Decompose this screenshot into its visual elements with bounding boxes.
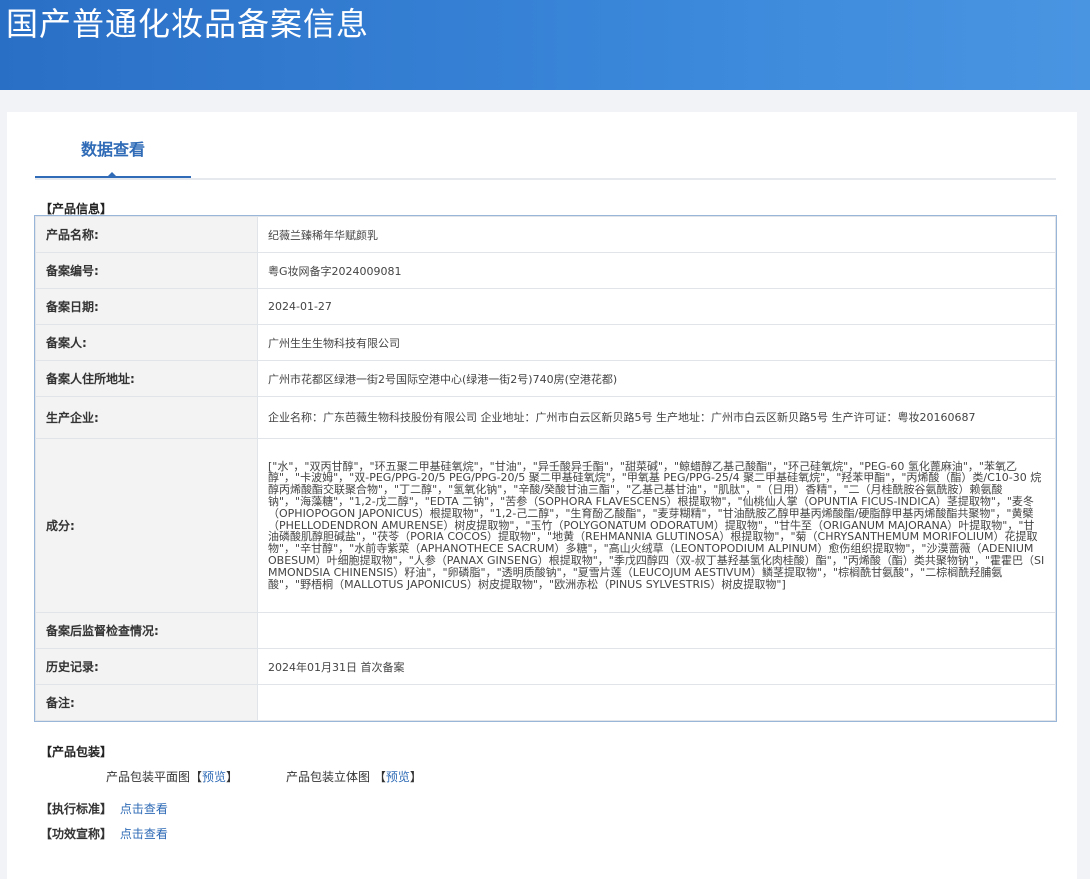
table-row: 备案后监督检查情况: xyxy=(35,612,1056,649)
packaging-solid-label: 产品包装立体图 xyxy=(286,770,371,784)
packaging-solid-row: 产品包装立体图 【预览】 xyxy=(286,770,422,784)
row-label: 备案人住所地址: xyxy=(35,360,258,397)
row-value: 纪薇兰臻稀年华赋颜乳 xyxy=(257,216,1056,253)
standard-row: 【执行标准】 点击查看 xyxy=(40,800,168,817)
row-value: 2024年01月31日 首次备案 xyxy=(257,648,1056,685)
table-row: 备注: xyxy=(35,684,1056,721)
content-panel: 数据查看 【产品信息】 产品名称: 纪薇兰臻稀年华赋颜乳 备案编号: 粤G妆网备… xyxy=(7,112,1077,879)
efficacy-view-link[interactable]: 点击查看 xyxy=(120,827,168,841)
row-value: 广州生生生物科技有限公司 xyxy=(257,324,1056,361)
row-value: 广州市花都区绿港一街2号国际空港中心(绿港一街2号)740房(空港花都) xyxy=(257,360,1056,397)
packaging-solid-preview-link[interactable]: 预览 xyxy=(386,770,410,784)
packaging-flat-row: 产品包装平面图【预览】 xyxy=(106,770,239,784)
row-value: 2024-01-27 xyxy=(257,288,1056,325)
row-value: 企业名称：广东芭薇生物科技股份有限公司 企业地址：广州市白云区新贝路5号 生产地… xyxy=(257,396,1056,439)
row-label: 备注: xyxy=(35,684,258,721)
section-packaging-title: 【产品包装】 xyxy=(40,745,113,759)
row-label: 成分: xyxy=(35,438,258,613)
table-row: 产品名称: 纪薇兰臻稀年华赋颜乳 xyxy=(35,216,1056,253)
row-label: 备案后监督检查情况: xyxy=(35,612,258,649)
page-title: 国产普通化妆品备案信息 xyxy=(6,5,370,43)
table-row: 备案编号: 粤G妆网备字2024009081 xyxy=(35,252,1056,289)
row-label: 备案日期: xyxy=(35,288,258,325)
standard-view-link[interactable]: 点击查看 xyxy=(120,802,168,816)
table-row: 备案人住所地址: 广州市花都区绿港一街2号国际空港中心(绿港一街2号)740房(… xyxy=(35,360,1056,397)
section-product-info-title: 【产品信息】 xyxy=(40,202,113,216)
row-value xyxy=(257,684,1056,721)
row-label: 产品名称: xyxy=(35,216,258,253)
packaging-flat-preview-link[interactable]: 预览 xyxy=(202,770,226,784)
table-row: 生产企业: 企业名称：广东芭薇生物科技股份有限公司 企业地址：广州市白云区新贝路… xyxy=(35,396,1056,439)
tab-data-view-label: 数据查看 xyxy=(80,140,145,159)
row-value xyxy=(257,612,1056,649)
table-row: 历史记录: 2024年01月31日 首次备案 xyxy=(35,648,1056,685)
row-label: 备案人: xyxy=(35,324,258,361)
table-row: 备案日期: 2024-01-27 xyxy=(35,288,1056,325)
tab-bar: 数据查看 xyxy=(35,112,1056,180)
row-label: 生产企业: xyxy=(35,396,258,439)
row-label: 历史记录: xyxy=(35,648,258,685)
packaging-flat-label: 产品包装平面图 xyxy=(106,770,191,784)
header-banner: 国产普通化妆品备案信息 xyxy=(0,0,1090,90)
tab-data-view[interactable]: 数据查看 xyxy=(35,130,191,178)
row-label: 备案编号: xyxy=(35,252,258,289)
ingredients-value: ["水"，"双丙甘醇"，"环五聚二甲基硅氧烷"，"甘油"，"异壬酸异壬酯"，"甜… xyxy=(257,438,1056,613)
tab-active-caret-icon xyxy=(106,172,118,178)
product-info-table: 产品名称: 纪薇兰臻稀年华赋颜乳 备案编号: 粤G妆网备字2024009081 … xyxy=(34,215,1057,722)
table-row: 备案人: 广州生生生物科技有限公司 xyxy=(35,324,1056,361)
section-efficacy-title: 【功效宣称】 xyxy=(40,827,113,841)
table-row: 成分: ["水"，"双丙甘醇"，"环五聚二甲基硅氧烷"，"甘油"，"异壬酸异壬酯… xyxy=(35,438,1056,613)
section-standard-title: 【执行标准】 xyxy=(40,802,113,816)
efficacy-row: 【功效宣称】 点击查看 xyxy=(40,825,168,842)
row-value: 粤G妆网备字2024009081 xyxy=(257,252,1056,289)
